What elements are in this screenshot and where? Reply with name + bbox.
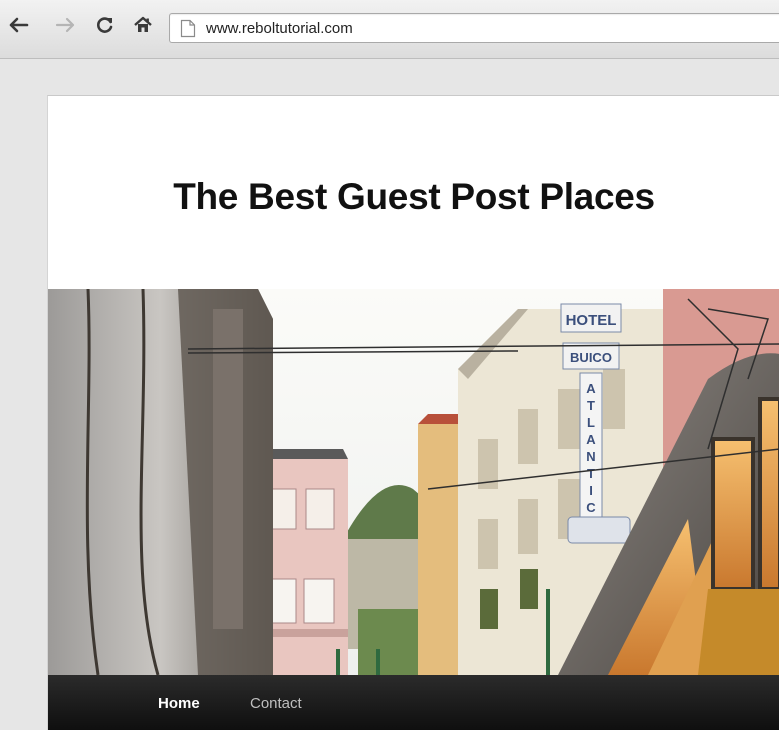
svg-text:T: T (587, 466, 595, 481)
address-bar[interactable]: www.reboltutorial.com (169, 13, 779, 43)
home-icon[interactable] (132, 14, 154, 36)
svg-text:T: T (587, 398, 595, 413)
svg-text:A: A (586, 432, 596, 447)
nav-item-home[interactable]: Home (158, 695, 200, 712)
page-canvas: The Best Guest Post Places HOTEL BUICO A… (47, 95, 779, 730)
svg-text:L: L (587, 415, 595, 430)
back-arrow-icon[interactable] (8, 14, 30, 36)
svg-text:I: I (589, 483, 593, 498)
nav-item-contact[interactable]: Contact (250, 695, 302, 712)
page-icon (180, 19, 196, 43)
main-navigation: Home Contact (48, 675, 779, 730)
reload-icon[interactable] (94, 14, 116, 36)
site-title[interactable]: The Best Guest Post Places (48, 176, 779, 218)
browser-toolbar: www.reboltutorial.com (0, 0, 779, 59)
svg-text:A: A (586, 381, 596, 396)
svg-text:N: N (586, 449, 595, 464)
svg-text:HOTEL: HOTEL (566, 312, 617, 329)
svg-text:BUICO: BUICO (570, 350, 612, 365)
url-text: www.reboltutorial.com (206, 20, 353, 37)
forward-arrow-icon[interactable] (54, 14, 76, 36)
header-image: HOTEL BUICO A T L A N T I C (48, 289, 779, 675)
svg-text:C: C (586, 500, 596, 515)
